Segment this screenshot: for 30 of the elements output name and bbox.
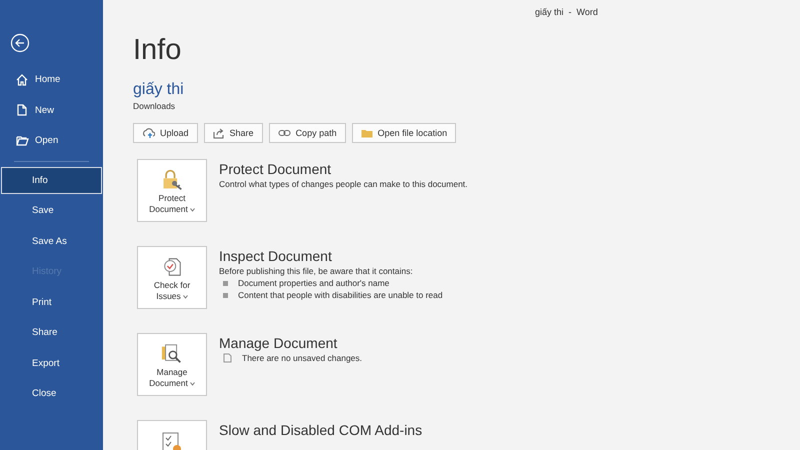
action-button[interactable]: Open file location (352, 123, 456, 143)
nav-item[interactable]: Open (1, 127, 102, 154)
nav-item[interactable]: Home (1, 66, 102, 93)
section-title: Manage Document (219, 334, 338, 352)
nav-item[interactable]: Save As (1, 228, 102, 254)
nav-item[interactable]: Share (1, 319, 102, 346)
page-title: Info (133, 33, 182, 68)
bullet-text: Document properties and author's name (238, 277, 390, 289)
section-title: Protect Document (219, 160, 332, 178)
action-button[interactable]: Share (204, 123, 263, 143)
section-title: Slow and Disabled COM Add-ins (219, 421, 422, 439)
nav-item[interactable]: Info (1, 166, 102, 194)
section-description: Before publishing this file, be aware that it contains: (219, 265, 414, 277)
section-button[interactable]: Protect Document (137, 159, 207, 222)
section-button[interactable]: Check for Issues (137, 246, 207, 309)
status-text: There are no unsaved changes. (242, 352, 362, 364)
action-button[interactable]: Upload (133, 123, 198, 143)
action-button[interactable]: Copy path (268, 123, 346, 143)
nav-item[interactable]: Save (1, 197, 102, 224)
nav-item[interactable]: Close (1, 380, 102, 407)
section-description: Control what types of changes people can make to this document. (219, 178, 468, 190)
bullet-text: Content that people with disabilities are unable to read (238, 289, 443, 301)
nav-item[interactable]: Export (1, 350, 102, 376)
document-name: giấy thi (133, 80, 185, 100)
nav-item[interactable]: Print (1, 288, 102, 316)
document-location: Downloads (133, 101, 176, 111)
section-button[interactable]: Manage Document (137, 333, 207, 396)
window-title: giấy thi - Word (535, 7, 598, 17)
nav-item[interactable]: New (1, 96, 102, 124)
section-title: Inspect Document (219, 247, 333, 265)
